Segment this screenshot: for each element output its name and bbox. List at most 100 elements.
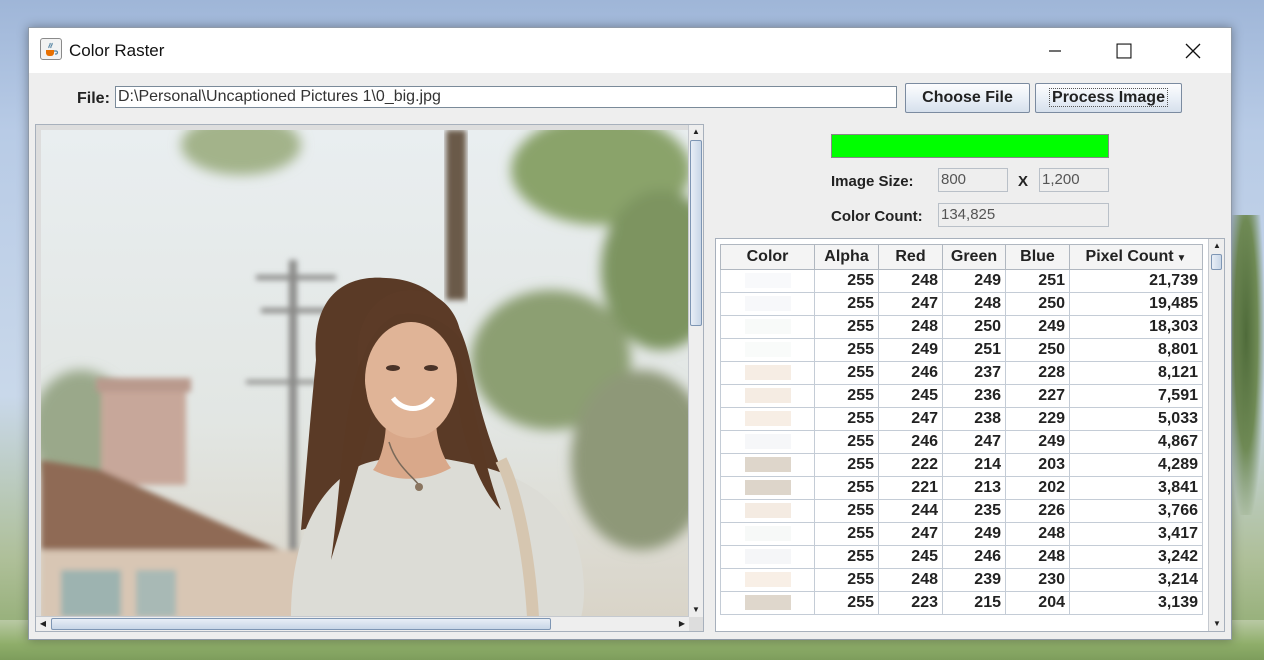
cell-count: 8,801 bbox=[1069, 338, 1203, 362]
color-count-label: Color Count: bbox=[831, 208, 923, 225]
table-vertical-scrollbar[interactable]: ▲ ▼ bbox=[1208, 239, 1224, 631]
cell-red: 247 bbox=[878, 522, 943, 546]
header-pixel-count[interactable]: Pixel Count ▼ bbox=[1069, 244, 1203, 270]
image-vertical-scroll-thumb[interactable] bbox=[690, 140, 702, 326]
header-color[interactable]: Color bbox=[720, 244, 815, 270]
color-swatch bbox=[744, 296, 791, 312]
image-width-field: 800 bbox=[938, 168, 1008, 192]
cell-blue: 230 bbox=[1005, 568, 1070, 592]
cell-red: 245 bbox=[878, 545, 943, 569]
cell-green: 213 bbox=[942, 476, 1006, 500]
cell-blue: 250 bbox=[1005, 292, 1070, 316]
cell-alpha: 255 bbox=[814, 476, 879, 500]
image-scroll-pane[interactable]: ▲ ▼ ◀ ▶ bbox=[35, 124, 704, 632]
cell-red: 247 bbox=[878, 407, 943, 431]
color-swatch bbox=[744, 572, 791, 588]
maximize-button[interactable] bbox=[1101, 28, 1147, 73]
app-window: Color Raster File: D:\Personal\Uncaption… bbox=[28, 27, 1232, 640]
table-row[interactable]: 255 247 238 229 5,033 bbox=[720, 407, 1203, 431]
color-swatch-cell bbox=[720, 361, 815, 385]
table-row[interactable]: 255 244 235 226 3,766 bbox=[720, 499, 1203, 523]
title-bar[interactable]: Color Raster bbox=[29, 28, 1231, 73]
cell-red: 221 bbox=[878, 476, 943, 500]
minimize-button[interactable] bbox=[1032, 28, 1078, 73]
cell-red: 244 bbox=[878, 499, 943, 523]
scroll-right-icon[interactable]: ▶ bbox=[675, 617, 689, 631]
maximize-icon bbox=[1116, 43, 1132, 58]
cell-count: 7,591 bbox=[1069, 384, 1203, 408]
cell-alpha: 255 bbox=[814, 453, 879, 477]
color-swatch bbox=[744, 480, 791, 496]
color-swatch bbox=[744, 503, 791, 519]
cell-alpha: 255 bbox=[814, 591, 879, 615]
color-swatch-cell bbox=[720, 315, 815, 339]
scroll-left-icon[interactable]: ◀ bbox=[36, 617, 50, 631]
color-count-field: 134,825 bbox=[938, 203, 1109, 227]
cell-red: 245 bbox=[878, 384, 943, 408]
header-green[interactable]: Green bbox=[942, 244, 1006, 270]
color-swatch-cell bbox=[720, 430, 815, 454]
cell-green: 215 bbox=[942, 591, 1006, 615]
cell-count: 3,242 bbox=[1069, 545, 1203, 569]
color-swatch bbox=[744, 411, 791, 427]
table-row[interactable]: 255 247 249 248 3,417 bbox=[720, 522, 1203, 546]
cell-blue: 203 bbox=[1005, 453, 1070, 477]
cell-red: 248 bbox=[878, 269, 943, 293]
sort-descending-icon: ▼ bbox=[1176, 253, 1187, 264]
scroll-up-icon[interactable]: ▲ bbox=[689, 125, 703, 139]
header-blue[interactable]: Blue bbox=[1005, 244, 1070, 270]
cell-alpha: 255 bbox=[814, 269, 879, 293]
table-row[interactable]: 255 247 248 250 19,485 bbox=[720, 292, 1203, 316]
table-row[interactable]: 255 248 249 251 21,739 bbox=[720, 269, 1203, 293]
scroll-down-icon[interactable]: ▼ bbox=[689, 603, 703, 617]
cell-green: 251 bbox=[942, 338, 1006, 362]
cell-count: 3,139 bbox=[1069, 591, 1203, 615]
color-swatch-cell bbox=[720, 545, 815, 569]
scroll-down-icon[interactable]: ▼ bbox=[1210, 617, 1224, 631]
table-row[interactable]: 255 245 246 248 3,242 bbox=[720, 545, 1203, 569]
cell-green: 238 bbox=[942, 407, 1006, 431]
table-row[interactable]: 255 248 250 249 18,303 bbox=[720, 315, 1203, 339]
table-row[interactable]: 255 246 237 228 8,121 bbox=[720, 361, 1203, 385]
table-scroll-thumb[interactable] bbox=[1211, 254, 1222, 270]
choose-file-button[interactable]: Choose File bbox=[905, 83, 1030, 113]
table-row[interactable]: 255 221 213 202 3,841 bbox=[720, 476, 1203, 500]
cell-red: 248 bbox=[878, 568, 943, 592]
table-row[interactable]: 255 249 251 250 8,801 bbox=[720, 338, 1203, 362]
close-button[interactable] bbox=[1170, 28, 1216, 73]
progress-bar bbox=[831, 134, 1109, 158]
cell-green: 247 bbox=[942, 430, 1006, 454]
color-swatch-cell bbox=[720, 453, 815, 477]
color-swatch bbox=[744, 319, 791, 335]
cell-blue: 249 bbox=[1005, 315, 1070, 339]
scroll-up-icon[interactable]: ▲ bbox=[1210, 239, 1224, 253]
color-swatch-cell bbox=[720, 338, 815, 362]
header-alpha[interactable]: Alpha bbox=[814, 244, 879, 270]
table-row[interactable]: 255 222 214 203 4,289 bbox=[720, 453, 1203, 477]
cell-count: 8,121 bbox=[1069, 361, 1203, 385]
cell-alpha: 255 bbox=[814, 545, 879, 569]
table-row[interactable]: 255 245 236 227 7,591 bbox=[720, 384, 1203, 408]
cell-alpha: 255 bbox=[814, 407, 879, 431]
color-swatch-cell bbox=[720, 407, 815, 431]
image-horizontal-scrollbar[interactable]: ◀ ▶ bbox=[36, 616, 689, 631]
java-cup-icon bbox=[40, 38, 62, 60]
image-horizontal-scroll-thumb[interactable] bbox=[51, 618, 551, 630]
header-red[interactable]: Red bbox=[878, 244, 943, 270]
cell-alpha: 255 bbox=[814, 499, 879, 523]
color-swatch bbox=[744, 457, 791, 473]
cell-green: 249 bbox=[942, 269, 1006, 293]
cell-blue: 248 bbox=[1005, 522, 1070, 546]
cell-red: 246 bbox=[878, 361, 943, 385]
table-row[interactable]: 255 223 215 204 3,139 bbox=[720, 591, 1203, 615]
cell-blue: 251 bbox=[1005, 269, 1070, 293]
file-path-field[interactable]: D:\Personal\Uncaptioned Pictures 1\0_big… bbox=[115, 86, 897, 108]
color-table-pane[interactable]: Color Alpha Red Green Blue Pixel Count ▼ … bbox=[715, 238, 1225, 632]
cell-count: 3,766 bbox=[1069, 499, 1203, 523]
image-vertical-scrollbar[interactable]: ▲ ▼ bbox=[688, 125, 703, 617]
process-image-button[interactable]: Process Image bbox=[1035, 83, 1182, 113]
table-row[interactable]: 255 248 239 230 3,214 bbox=[720, 568, 1203, 592]
cell-alpha: 255 bbox=[814, 384, 879, 408]
table-row[interactable]: 255 246 247 249 4,867 bbox=[720, 430, 1203, 454]
color-swatch-cell bbox=[720, 384, 815, 408]
